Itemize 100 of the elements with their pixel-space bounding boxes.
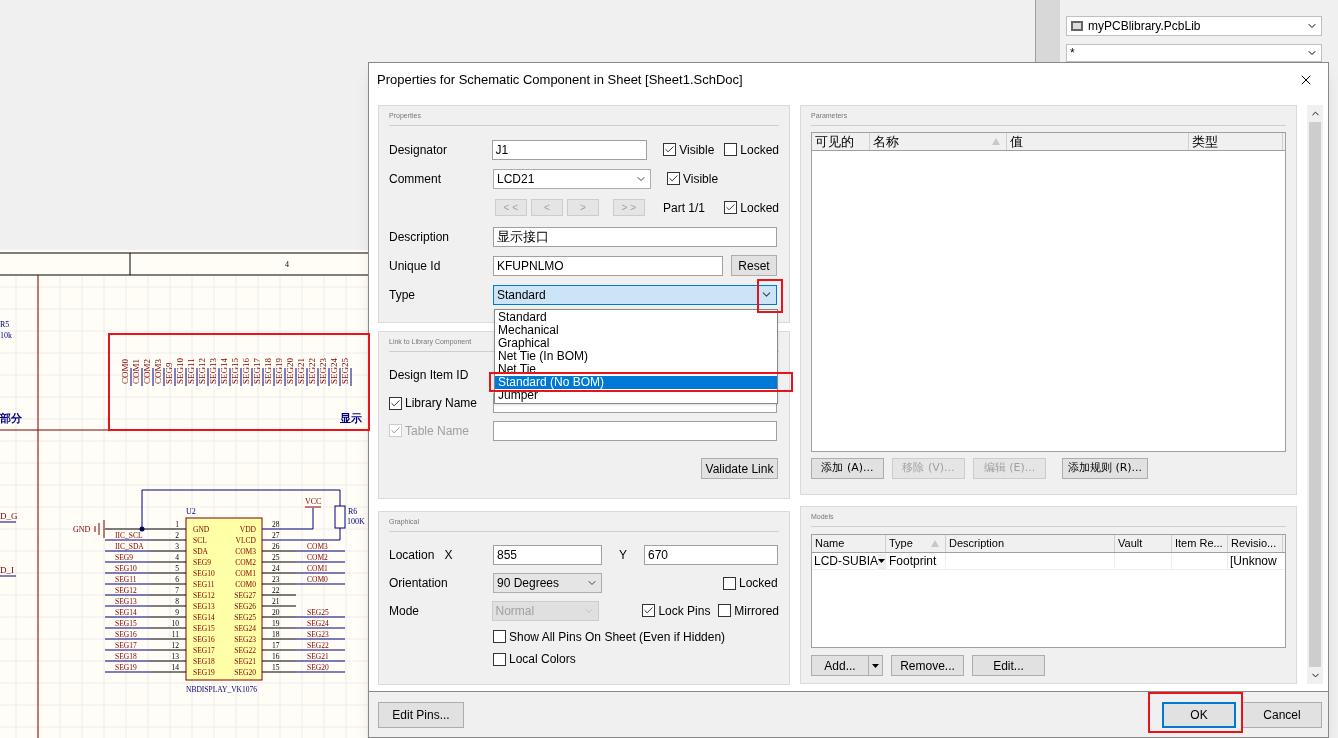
column-header[interactable]: Type [886, 535, 946, 552]
library-select[interactable]: myPCBlibrary.PcbLib [1066, 16, 1322, 36]
table-cell: Footprint [886, 553, 946, 569]
field-label: Description [389, 228, 451, 246]
dropdown-option[interactable]: Graphical [495, 337, 777, 350]
section-title: 显示 [340, 412, 362, 425]
dropdown[interactable]: 90 Degrees [493, 573, 602, 593]
checkbox-label: Table Name [405, 422, 470, 440]
checkbox[interactable] [493, 652, 506, 666]
column-header[interactable]: 类型 [1189, 133, 1283, 150]
checkbox[interactable] [724, 143, 738, 156]
checkbox[interactable] [718, 604, 732, 617]
table-name-field[interactable] [493, 420, 777, 441]
column-header[interactable]: Vault [1115, 535, 1172, 552]
checkbox[interactable] [642, 604, 656, 617]
resistor-value: 100K [347, 517, 365, 526]
dropdown-option[interactable]: Standard (No BOM) [495, 376, 777, 389]
text-field[interactable]: 855 [493, 545, 602, 565]
text-field[interactable]: 显示接口 [493, 226, 777, 247]
checkbox[interactable] [667, 172, 680, 185]
field-label: Designator [389, 141, 449, 159]
part-label: Part 1/1 [662, 199, 706, 217]
net-label: D_G [0, 511, 18, 523]
junction-dot [139, 526, 145, 532]
text-field[interactable]: J1 [491, 139, 648, 160]
type-dropdown[interactable]: Standard [493, 284, 777, 305]
checkbox-label: Locked [740, 199, 779, 217]
edit-pins-button[interactable]: Edit Pins... [378, 701, 464, 728]
column-header[interactable]: 值 [1007, 133, 1189, 150]
net-label: COM3 [153, 359, 165, 387]
column-header[interactable]: Description [946, 535, 1115, 552]
reset-button[interactable]: Reset [731, 255, 777, 276]
net-label: SEG20 [285, 358, 297, 387]
net-label: SEG24 [329, 358, 341, 387]
field-label: Design Item ID [389, 367, 469, 384]
filter-field[interactable]: * [1066, 44, 1322, 62]
resistor-designator: R5 [0, 320, 10, 329]
window-title: Properties for Schematic Component in Sheet [Sheet1.SchDoc] [377, 71, 743, 90]
column-header[interactable]: Name [812, 535, 886, 552]
scroll-thumb[interactable] [1309, 122, 1321, 667]
ground-symbol [94, 519, 105, 539]
table-cell[interactable]: LCD-SUBIA [812, 553, 886, 569]
dropdown-option[interactable]: Jumper [495, 389, 777, 402]
net-label: SEG13 [208, 358, 220, 387]
field-label: Y [618, 547, 628, 564]
caret-icon [872, 663, 879, 668]
checkbox-label: Visible [679, 141, 715, 159]
checkbox-label: Visible [683, 170, 719, 188]
library-icon [1070, 20, 1084, 32]
add-split-button[interactable]: Add... [811, 655, 883, 676]
model-action-button[interactable]: Edit... [972, 655, 1045, 676]
annotation-box [757, 279, 783, 313]
column-header[interactable]: 可见的 [812, 133, 870, 150]
field-label: Comment [389, 170, 442, 188]
field-label: Location [389, 547, 435, 564]
net-label: SEG11 [186, 358, 198, 387]
net-label: COM2 [142, 359, 154, 387]
text-field[interactable]: KFUPNLMO [493, 255, 723, 276]
resistor-designator: R6 [348, 507, 358, 516]
resistor-value: 10k [0, 331, 12, 340]
net-label: SEG21 [296, 358, 308, 387]
net-label: SEG18 [263, 358, 275, 387]
field-label: Type [389, 286, 416, 304]
net-label: SEG15 [230, 358, 242, 387]
checkbox-label: Locked [740, 141, 779, 159]
dropdown-option[interactable]: Standard [495, 311, 777, 324]
field-label: Orientation [389, 575, 449, 592]
column-header[interactable]: Item Re... [1172, 535, 1228, 552]
cancel-button[interactable]: Cancel [1242, 701, 1322, 728]
pin-line [261, 605, 297, 607]
checkbox[interactable] [389, 396, 402, 410]
ok-button[interactable]: OK [1162, 701, 1236, 728]
checkbox-label: Show All Pins On Sheet (Even if Hidden) [509, 628, 726, 646]
checkbox[interactable] [723, 576, 736, 590]
text-field[interactable]: 670 [644, 545, 778, 565]
checkbox[interactable] [493, 630, 506, 643]
table-action-button[interactable]: 添加规则 (R)... [1062, 458, 1148, 479]
ground-label: GND [73, 525, 91, 534]
dropdown-option[interactable]: Mechanical [495, 324, 777, 337]
net-label: SEG10 [175, 358, 187, 387]
table-action-button[interactable]: 添加 (A)... [811, 458, 884, 479]
column-header[interactable]: Revisio... [1228, 535, 1283, 552]
validate-link-button[interactable]: Validate Link [701, 458, 778, 479]
sort-arrow-icon [992, 138, 1000, 145]
power-label: VCC [305, 497, 322, 506]
net-label: COM0 [120, 359, 132, 387]
dropdown[interactable]: LCD21 [493, 168, 651, 189]
model-action-button[interactable]: Remove... [891, 655, 964, 676]
net-label: SEG25 [340, 358, 352, 387]
table-cell-text: [Unknow [1229, 553, 1278, 569]
dropdown-option[interactable]: Net Tie (In BOM) [495, 350, 777, 363]
checkbox[interactable] [663, 143, 677, 156]
chip-designator: U2 [186, 507, 196, 516]
pin-line [261, 594, 297, 596]
field-label: Mode [389, 602, 421, 620]
column-header[interactable]: 名称 [870, 133, 1007, 150]
net-label: SEG19 [274, 358, 286, 387]
net-label: SEG16 [241, 358, 253, 387]
checkbox[interactable] [724, 201, 738, 214]
resistor-symbol [334, 505, 346, 529]
